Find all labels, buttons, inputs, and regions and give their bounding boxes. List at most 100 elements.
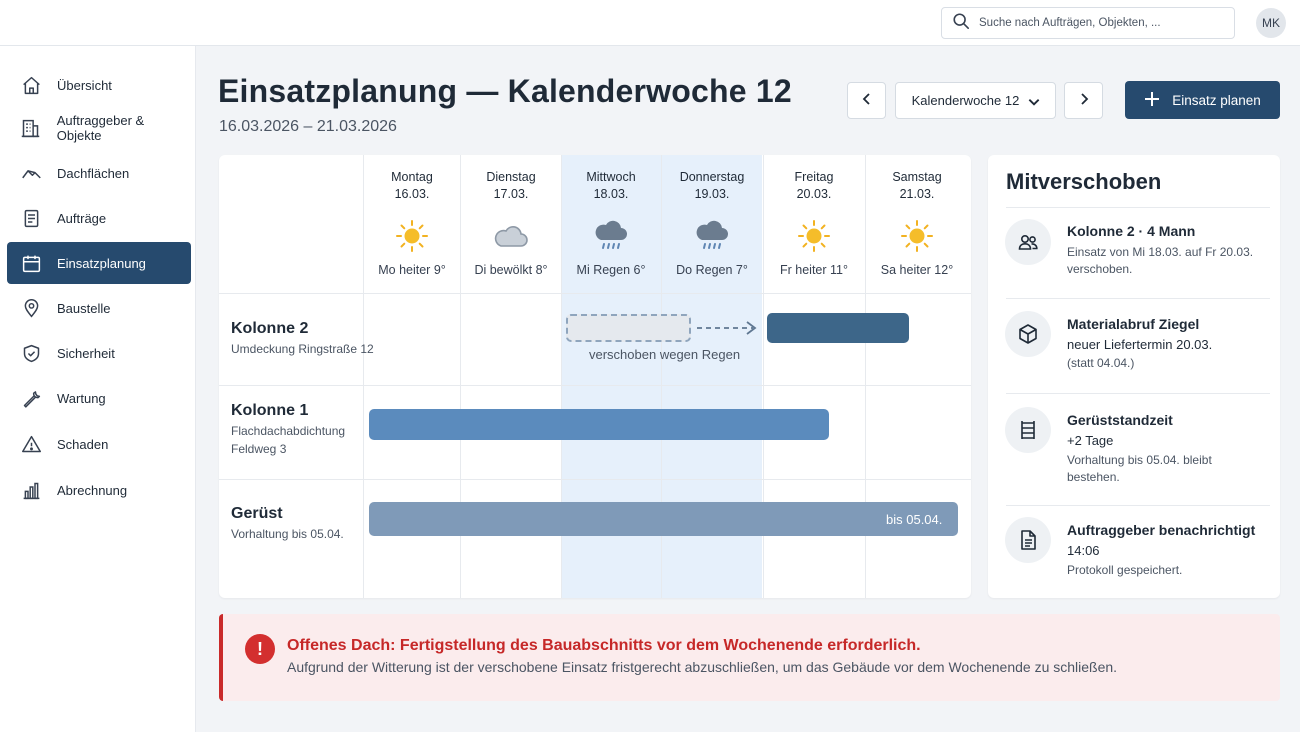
calendar-icon: [20, 252, 42, 274]
row-title-kolonne-1: Kolonne 1: [231, 402, 309, 419]
previous-week-button[interactable]: [847, 82, 886, 119]
chevron-left-icon: [860, 92, 874, 109]
day-date: 17.03.: [493, 187, 529, 201]
panel-item-title: Gerüststandzeit: [1067, 412, 1173, 428]
day-name: Mittwoch: [586, 170, 636, 184]
shift-note: verschoben wegen Regen: [589, 347, 741, 362]
plan-assignment-label: Einsatz planen: [1172, 92, 1261, 108]
day-weather-label: Mi Regen 6°: [576, 263, 646, 277]
week-select[interactable]: Kalenderwoche 12: [895, 82, 1056, 119]
day-name: Donnerstag: [679, 170, 745, 184]
row-subtitle: Umdeckung Ringstraße 12: [231, 342, 374, 356]
next-week-button[interactable]: [1064, 82, 1103, 119]
sidebar-item-auftraggeber[interactable]: Auftraggeber & Objekte: [7, 107, 191, 149]
top-bar: MK: [0, 0, 1300, 46]
day-weather-label: Di bewölkt 8°: [474, 263, 548, 277]
alert-title: Offenes Dach: Fertigstellung des Bauabsc…: [287, 637, 921, 654]
panel-item-title: Materialabruf Ziegel: [1067, 316, 1200, 332]
day-name: Samstag: [892, 170, 942, 184]
roof-icon: [20, 162, 42, 184]
scaffold-icon: [1005, 407, 1051, 453]
search-input[interactable]: [979, 17, 1219, 29]
sidebar-item-einsatzplanung[interactable]: Einsatzplanung: [7, 242, 191, 284]
panel-item-title: Kolonne 2 · 4 Mann: [1067, 223, 1196, 239]
day-name: Montag: [391, 170, 433, 184]
sidebar-item-schaden[interactable]: Schaden: [7, 423, 191, 465]
week-select-value: Kalenderwoche 12: [911, 93, 1020, 108]
assignment-bar-kolonne-2[interactable]: [767, 313, 909, 343]
sidebar-item-label: Abrechnung: [57, 482, 128, 498]
sidebar-item-dachflaechen[interactable]: Dachflächen: [7, 152, 191, 194]
sidebar-item-label: Wartung: [57, 390, 106, 406]
sidebar-item-label: Dachflächen: [57, 165, 130, 181]
home-icon: [20, 74, 42, 96]
alert-text: Aufgrund der Witterung ist der verschobe…: [287, 659, 1118, 675]
wrench-icon: [20, 387, 42, 409]
calendar-grid: Montag 16.03. Mo heiter 9° Dienstag 17.0…: [219, 155, 971, 598]
chevron-down-icon: [1027, 95, 1040, 107]
alert-icon: !: [245, 634, 275, 664]
day-name: Dienstag: [486, 170, 536, 184]
box-icon: [1005, 311, 1051, 357]
panel-item-detail: neuer Liefertermin 20.03.: [1067, 337, 1213, 352]
day-date: 16.03.: [394, 187, 430, 201]
sidebar-item-label: Einsatzplanung: [57, 255, 146, 271]
location-pin-icon: [20, 297, 42, 319]
scaffold-bar[interactable]: [369, 502, 958, 536]
sidebar-item-label: Aufträge: [57, 210, 107, 226]
panel-item-body: Vorhaltung bis 05.04. bleibt bestehen.: [1067, 453, 1212, 484]
sidebar-item-uebersicht[interactable]: Übersicht: [7, 64, 191, 106]
sidebar-item-auftraege[interactable]: Aufträge: [7, 197, 191, 239]
sun-icon: [867, 219, 967, 252]
day-weather-label: Fr heiter 11°: [780, 263, 848, 277]
sun-icon: [764, 219, 864, 252]
panel-item-title: Auftraggeber benachrichtigt: [1067, 522, 1256, 538]
sidebar-item-label: Auftraggeber & Objekte: [56, 113, 145, 143]
bar-chart-icon: [20, 479, 42, 501]
panel-item-body: Protokoll gespeichert.: [1067, 563, 1183, 577]
row-title-kolonne-2: Kolonne 2: [231, 320, 309, 337]
rain-icon: [561, 219, 661, 251]
assignment-bar-kolonne-1[interactable]: [369, 409, 829, 440]
mitverschoben-panel: Mitverschoben Kolonne 2 · 4 Mann Einsatz…: [988, 155, 1280, 598]
sidebar-item-label: Schaden: [57, 436, 109, 452]
row-subtitle: Feldweg 3: [231, 442, 287, 456]
sidebar-item-label: Übersicht: [57, 77, 112, 93]
date-range: 16.03.2026 – 21.03.2026: [219, 118, 397, 135]
original-assignment-slot[interactable]: [566, 314, 691, 342]
sidebar-item-label: Sicherheit: [57, 345, 115, 361]
sidebar-item-baustelle[interactable]: Baustelle: [7, 287, 191, 329]
day-weather-label: Sa heiter 12°: [880, 263, 954, 277]
chevron-right-icon: [1077, 92, 1091, 109]
day-date: 20.03.: [796, 187, 832, 201]
warning-icon: [20, 433, 42, 455]
document-icon: [20, 207, 42, 229]
building-icon: [20, 117, 42, 139]
plan-assignment-button[interactable]: Einsatz planen: [1125, 81, 1280, 119]
users-icon: [1005, 219, 1051, 265]
sidebar-item-abrechnung[interactable]: Abrechnung: [7, 469, 191, 511]
panel-item-detail: +2 Tage: [1067, 433, 1114, 448]
row-subtitle: Flachdachabdichtung: [231, 424, 346, 438]
panel-item-body: (statt 04.04.): [1067, 356, 1135, 370]
search-box[interactable]: [941, 7, 1235, 39]
row-title-geruest: Gerüst: [231, 505, 283, 522]
shift-arrow-icon: [697, 321, 757, 335]
day-date: 19.03.: [694, 187, 730, 201]
open-roof-alert: ! Offenes Dach: Fertigstellung des Bauab…: [219, 614, 1280, 701]
page-title: Einsatzplanung — Kalenderwoche 12: [218, 73, 792, 109]
shield-icon: [20, 342, 42, 364]
sidebar-item-sicherheit[interactable]: Sicherheit: [7, 332, 191, 374]
day-weather-label: Do Regen 7°: [676, 263, 748, 277]
scaffold-bar-label: bis 05.04.: [886, 512, 943, 527]
day-name: Freitag: [794, 170, 834, 184]
avatar[interactable]: MK: [1256, 8, 1286, 38]
plus-icon: [1144, 91, 1172, 110]
search-icon: [952, 12, 970, 35]
sidebar: Übersicht Auftraggeber & Objekte Dachflä…: [0, 46, 196, 732]
row-subtitle: Vorhaltung bis 05.04.: [231, 527, 344, 541]
sidebar-item-wartung[interactable]: Wartung: [7, 377, 191, 419]
rain-icon: [662, 219, 762, 251]
day-weather-label: Mo heiter 9°: [378, 263, 446, 277]
sun-icon: [362, 219, 462, 252]
